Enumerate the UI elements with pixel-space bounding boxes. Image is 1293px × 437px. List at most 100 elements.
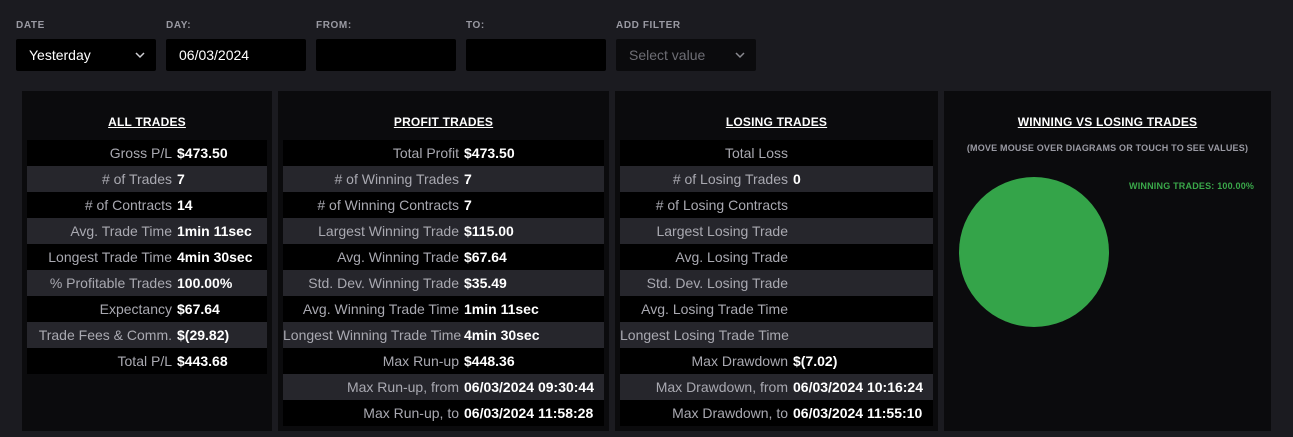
stat-label: Max Run-up, to	[363, 405, 459, 421]
stat-label: Max Drawdown, to	[672, 405, 788, 421]
stat-label: # of Contracts	[84, 197, 172, 213]
stat-value: 06/03/2024 11:55:10	[793, 405, 923, 421]
stat-row: Max Run-up $448.36	[283, 348, 604, 374]
stat-value: $448.36	[464, 353, 515, 369]
stat-label: Gross P/L	[109, 145, 172, 161]
stat-row: Avg. Winning Trade Time 1min 11sec	[283, 296, 604, 322]
stat-label: Total Profit	[392, 145, 459, 161]
stat-label: Expectancy	[99, 301, 172, 317]
win-loss-pie-chart[interactable]	[958, 176, 1110, 328]
stat-label: Avg. Winning Trade Time	[302, 301, 459, 317]
stat-label: Std. Dev. Losing Trade	[646, 275, 788, 291]
day-filter-label: DAY:	[166, 20, 192, 31]
stat-row: # of Losing Trades 0	[620, 166, 933, 192]
stat-row: Max Drawdown $(7.02)	[620, 348, 933, 374]
stat-row: Avg. Losing Trade	[620, 244, 933, 270]
add-filter-select[interactable]: Select value	[616, 39, 756, 71]
stat-value: 1min 11sec	[177, 223, 252, 239]
stat-value: 06/03/2024 09:30:44	[464, 379, 594, 395]
stat-value: 7	[177, 171, 185, 187]
stat-row: Longest Losing Trade Time	[620, 322, 933, 348]
stat-label: Max Run-up	[382, 353, 459, 369]
stat-label: # of Winning Contracts	[317, 197, 459, 213]
stat-row: Largest Winning Trade $115.00	[283, 218, 604, 244]
stat-row: # of Trades 7	[27, 166, 267, 192]
stat-value: 4min 30sec	[464, 327, 540, 343]
stat-label: Longest Winning Trade Time	[283, 327, 462, 343]
stat-row: Std. Dev. Winning Trade $35.49	[283, 270, 604, 296]
stat-label: Longest Trade Time	[48, 249, 172, 265]
stat-label: Largest Losing Trade	[656, 223, 788, 239]
stat-label: Largest Winning Trade	[318, 223, 459, 239]
stat-label: Avg. Losing Trade	[675, 249, 788, 265]
stat-label: # of Winning Trades	[334, 171, 459, 187]
stat-value: 7	[464, 197, 472, 213]
filter-bar: DATE Yesterday DAY: 06/03/2024 FROM: TO:…	[0, 0, 1293, 80]
day-input-value: 06/03/2024	[179, 47, 250, 63]
profit-trades-rows: Total Profit $473.50 # of Winning Trades 7 #…	[283, 140, 604, 426]
stat-row: Avg. Winning Trade $67.64	[283, 244, 604, 270]
stat-row: Avg. Losing Trade Time	[620, 296, 933, 322]
stat-row: Expectancy $67.64	[27, 296, 267, 322]
stat-row: % Profitable Trades 100.00%	[27, 270, 267, 296]
stat-row: # of Contracts 14	[27, 192, 267, 218]
stat-row: Avg. Trade Time 1min 11sec	[27, 218, 267, 244]
stat-label: Total Loss	[724, 145, 788, 161]
pie-slice-winning-trades[interactable]	[959, 177, 1109, 327]
stat-label: Avg. Trade Time	[70, 223, 172, 239]
day-input[interactable]: 06/03/2024	[166, 39, 306, 71]
stat-label: # of Losing Trades	[672, 171, 788, 187]
stat-label: Avg. Losing Trade Time	[641, 301, 788, 317]
date-select[interactable]: Yesterday	[16, 39, 156, 71]
date-filter-label: DATE	[16, 20, 45, 31]
add-filter-label: ADD FILTER	[616, 20, 681, 31]
stat-value: $443.68	[177, 353, 228, 369]
stat-row: Total Loss	[620, 140, 933, 166]
stat-label: Avg. Winning Trade	[337, 249, 459, 265]
stat-label: Max Run-up, from	[346, 379, 459, 395]
from-filter: FROM:	[316, 19, 456, 71]
profit-trades-title: PROFIT TRADES	[393, 115, 494, 129]
stat-row: Trade Fees & Comm. $(29.82)	[27, 322, 267, 348]
stat-value: 4min 30sec	[177, 249, 253, 265]
losing-trades-title: LOSING TRADES	[725, 115, 828, 129]
stat-value: 100.00%	[177, 275, 233, 291]
losing-trades-panel: LOSING TRADES Total Loss # of Losing Trad…	[615, 91, 938, 431]
stat-label: Trade Fees & Comm.	[38, 327, 172, 343]
winning-vs-losing-panel: WINNING VS LOSING TRADES (MOVE MOUSE OVE…	[944, 91, 1271, 431]
stat-row: Largest Losing Trade	[620, 218, 933, 244]
from-input[interactable]	[316, 39, 456, 71]
stat-value: 1min 11sec	[464, 301, 539, 317]
stat-value: $35.49	[464, 275, 507, 291]
stat-label: Max Drawdown	[691, 353, 788, 369]
all-trades-title: ALL TRADES	[108, 115, 186, 129]
chevron-down-icon	[735, 52, 745, 59]
stat-row: # of Losing Contracts	[620, 192, 933, 218]
stat-row: Max Drawdown, to 06/03/2024 11:55:10	[620, 400, 933, 426]
stat-value: $(29.82)	[177, 327, 230, 343]
stat-label: Longest Losing Trade Time	[620, 327, 789, 343]
losing-trades-rows: Total Loss # of Losing Trades 0 # of Losing…	[620, 140, 933, 426]
to-filter: TO:	[466, 19, 606, 71]
to-input[interactable]	[466, 39, 606, 71]
stat-row: Max Run-up, from 06/03/2024 09:30:44	[283, 374, 604, 400]
profit-trades-panel: PROFIT TRADES Total Profit $473.50 # of Wi…	[278, 91, 609, 431]
date-filter: DATE Yesterday	[16, 19, 156, 71]
winning-trades-legend: WINNING TRADES: 100.00%	[1129, 181, 1255, 191]
stat-value: $(7.02)	[793, 353, 838, 369]
stat-label: Total P/L	[117, 353, 172, 369]
stat-label: Max Drawdown, from	[655, 379, 788, 395]
stat-value: $473.50	[464, 145, 515, 161]
add-filter: ADD FILTER Select value	[616, 19, 756, 71]
stat-row: Longest Trade Time 4min 30sec	[27, 244, 267, 270]
stat-row: Total P/L $443.68	[27, 348, 267, 374]
stat-value: $115.00	[464, 223, 514, 239]
stat-value: 06/03/2024 10:16:24	[793, 379, 923, 395]
from-filter-label: FROM:	[316, 20, 352, 31]
stat-value: $67.64	[464, 249, 507, 265]
stat-value: 0	[793, 171, 801, 187]
add-filter-placeholder: Select value	[629, 47, 706, 63]
stat-value: 7	[464, 171, 472, 187]
stat-row: # of Winning Contracts 7	[283, 192, 604, 218]
stat-value: 06/03/2024 11:58:28	[464, 405, 594, 421]
